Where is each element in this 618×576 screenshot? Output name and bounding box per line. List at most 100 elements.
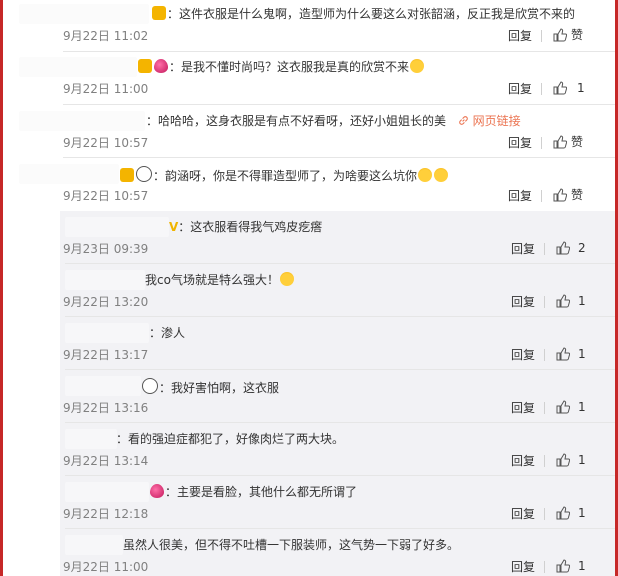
- thumbs-up-icon: [556, 294, 570, 308]
- comment-item: ：哈哈哈，这身衣服是有点不好看呀，还好小姐姐长的美 网页链接 9月22日 10:…: [3, 105, 615, 158]
- comment-text: 我co气场就是特么强大！: [145, 272, 295, 288]
- like-count: 1: [578, 400, 586, 414]
- laugh-emoji-icon: [418, 168, 433, 182]
- comment-item: ：这件衣服是什么鬼啊，造型师为什么要这么对张韶涵，反正我是欣赏不来的 9月22日…: [3, 0, 615, 52]
- reply-button[interactable]: 回复: [508, 29, 532, 43]
- comment-time: 9月22日 12:18: [63, 507, 149, 521]
- thumbs-up-icon: [556, 347, 570, 361]
- comment-time: 9月22日 10:57: [63, 136, 149, 150]
- reply-button[interactable]: 回复: [511, 348, 535, 362]
- action-separator: [541, 83, 542, 95]
- laugh-emoji-icon: [434, 168, 449, 182]
- action-separator: [541, 190, 542, 202]
- comment-time: 9月22日 13:20: [63, 295, 149, 309]
- comment-text: ：这件衣服是什么鬼啊，造型师为什么要这么对张韶涵，反正我是欣赏不来的: [151, 6, 575, 22]
- username-redacted: [19, 57, 137, 77]
- comment-time: 9月22日 13:16: [63, 401, 149, 415]
- comment-text: 虽然人很美，但不得不吐槽一下服装师，这气势一下弱了好多。: [123, 538, 460, 552]
- action-separator: [544, 508, 545, 520]
- like-count: 1: [577, 81, 585, 95]
- like-button[interactable]: 赞: [553, 135, 583, 149]
- reply-button[interactable]: 回复: [511, 454, 535, 468]
- comment-text: ：我好害怕啊，这衣服: [141, 378, 279, 396]
- reply-button[interactable]: 回复: [511, 242, 535, 256]
- action-separator: [544, 561, 545, 573]
- web-link[interactable]: 网页链接: [458, 114, 521, 128]
- reply-item: V：这衣服看得我气鸡皮疙瘩 9月23日 09:39 回复 2: [3, 211, 615, 264]
- thumbs-up-icon: [556, 453, 570, 467]
- action-separator: [541, 30, 542, 42]
- like-button[interactable]: 1: [556, 453, 586, 467]
- reply-item: 虽然人很美，但不得不吐槽一下服装师，这气势一下弱了好多。 9月22日 11:00…: [3, 529, 615, 576]
- like-button[interactable]: 赞: [553, 188, 583, 202]
- username-redacted: [65, 217, 169, 237]
- action-separator: [544, 349, 545, 361]
- thumbs-up-icon: [553, 188, 567, 202]
- like-button[interactable]: 2: [556, 241, 586, 255]
- comment-item: ：是我不懂时尚吗？这衣服我是真的欣赏不来 9月22日 11:00 回复 1: [3, 52, 615, 105]
- username-redacted: [65, 535, 123, 555]
- reply-button[interactable]: 回复: [508, 189, 532, 203]
- comment-text: ：渗人: [149, 326, 186, 340]
- like-button[interactable]: 赞: [553, 28, 583, 42]
- comment-time: 9月22日 11:00: [63, 560, 149, 574]
- crown-emoji-icon: [152, 6, 166, 20]
- thumbs-up-icon: [556, 400, 570, 414]
- reply-item: 我co气场就是特么强大！ 9月22日 13:20 回复 1: [3, 264, 615, 317]
- crown-emoji-icon: [120, 168, 134, 182]
- username-redacted: [19, 4, 149, 24]
- like-count: 1: [578, 347, 586, 361]
- blush-emoji-icon: [279, 272, 294, 286]
- laugh-emoji-icon: [410, 59, 425, 73]
- reply-button[interactable]: 回复: [508, 82, 532, 96]
- comment-text: ：看的强迫症都犯了，好像肉烂了两大块。: [116, 432, 345, 446]
- thumbs-up-icon: [553, 81, 567, 95]
- thumbs-up-icon: [553, 135, 567, 149]
- comment-time: 9月23日 09:39: [63, 242, 149, 256]
- reply-button[interactable]: 回复: [511, 507, 535, 521]
- username-redacted: [65, 482, 149, 502]
- like-count: 赞: [571, 28, 584, 42]
- panda-emoji-icon: [136, 166, 152, 182]
- reply-button[interactable]: 回复: [511, 295, 535, 309]
- reply-button[interactable]: 回复: [511, 401, 535, 415]
- comment-time: 9月22日 13:17: [63, 348, 149, 362]
- like-button[interactable]: 1: [556, 347, 586, 361]
- action-separator: [541, 137, 542, 149]
- like-button[interactable]: 1: [556, 559, 586, 573]
- reply-item: ：主要是看脸，其他什么都无所谓了 9月22日 12:18 回复 1: [3, 476, 615, 529]
- balloon-emoji-icon: [150, 484, 164, 498]
- like-button[interactable]: 1: [556, 294, 586, 308]
- action-separator: [544, 455, 545, 467]
- comment-item: ：韵涵呀，你是不得罪造型师了，为啥要这么坑你 9月22日 10:57 回复 赞: [3, 158, 615, 211]
- reply-item: ：看的强迫症都犯了，好像肉烂了两大块。 9月22日 13:14 回复 1: [3, 423, 615, 476]
- username-redacted: [65, 270, 145, 290]
- action-separator: [544, 243, 545, 255]
- comment-time: 9月22日 13:14: [63, 454, 149, 468]
- comment-text: V：这衣服看得我气鸡皮疙瘩: [169, 220, 323, 234]
- thumbs-up-icon: [556, 506, 570, 520]
- like-count: 赞: [571, 135, 584, 149]
- panda-emoji-icon: [142, 378, 158, 394]
- like-count: 赞: [571, 188, 584, 202]
- username-redacted: [65, 323, 149, 343]
- like-count: 1: [578, 506, 586, 520]
- like-button[interactable]: 1: [553, 81, 585, 95]
- comment-text: ：韵涵呀，你是不得罪造型师了，为啥要这么坑你: [119, 166, 449, 184]
- action-separator: [544, 402, 545, 414]
- like-button[interactable]: 1: [556, 400, 586, 414]
- crown-emoji-icon: [138, 59, 152, 73]
- username-redacted: [19, 164, 119, 184]
- action-separator: [544, 296, 545, 308]
- verified-v-icon: V: [169, 220, 179, 234]
- username-redacted: [19, 111, 145, 131]
- like-count: 1: [578, 294, 586, 308]
- thumbs-up-icon: [553, 28, 567, 42]
- thumbs-up-icon: [556, 241, 570, 255]
- comment-feed: ：这件衣服是什么鬼啊，造型师为什么要这么对张韶涵，反正我是欣赏不来的 9月22日…: [3, 0, 615, 576]
- like-count: 2: [578, 241, 586, 255]
- reply-button[interactable]: 回复: [508, 136, 532, 150]
- reply-item: ：渗人 9月22日 13:17 回复 1: [3, 317, 615, 370]
- like-button[interactable]: 1: [556, 506, 586, 520]
- reply-button[interactable]: 回复: [511, 560, 535, 574]
